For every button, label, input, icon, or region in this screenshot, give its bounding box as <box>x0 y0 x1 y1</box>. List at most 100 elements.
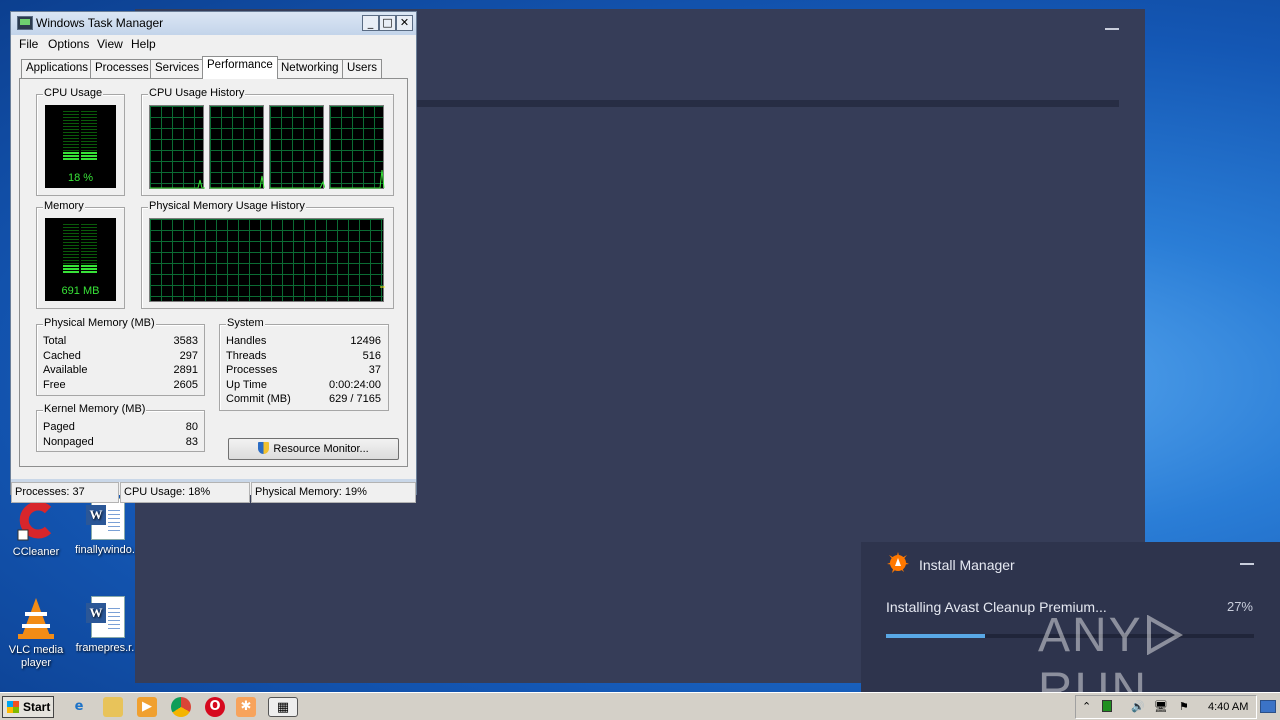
taskbar-clock[interactable]: 4:40 AM <box>1208 701 1248 713</box>
cpu-usage-value: 18 % <box>67 172 94 184</box>
maximize-button[interactable]: □ <box>379 15 396 31</box>
desktop-icon-ccleaner[interactable]: CCleaner <box>0 498 72 559</box>
cpu-history-label: CPU Usage History <box>148 87 246 99</box>
stat-key: Paged <box>43 421 75 433</box>
desktop-icon-vlc[interactable]: VLC media player <box>0 596 72 670</box>
cpu-history-graph-3 <box>269 105 325 189</box>
memory-history-label: Physical Memory Usage History <box>148 200 306 212</box>
tab-networking[interactable]: Networking <box>276 59 344 78</box>
install-progress-fill <box>886 634 986 638</box>
memory-history-graph <box>149 218 385 302</box>
stat-value: 629 / 7165 <box>329 393 381 405</box>
menu-bar: File Options View Help <box>11 35 416 55</box>
tray-expand-icon[interactable]: ⌃ <box>1082 700 1091 713</box>
physical-memory-group: Physical Memory (MB) Total 3583 Cached 297… <box>36 317 205 396</box>
menu-view[interactable]: View <box>97 37 123 51</box>
stat-key: Nonpaged <box>43 436 94 448</box>
memory-meter: 691 MB <box>45 218 116 301</box>
opera-icon[interactable]: O <box>205 697 225 717</box>
stat-key: Available <box>43 364 88 376</box>
start-button[interactable]: Start <box>2 696 54 718</box>
desktop-icon-label: VLC media player <box>8 644 64 669</box>
uac-shield-icon <box>258 442 270 454</box>
avast-taskbar-icon[interactable]: ✱ <box>236 697 256 717</box>
memory-history-group: Physical Memory Usage History <box>141 200 394 309</box>
tray-performance-icon[interactable] <box>1102 700 1112 712</box>
chrome-icon[interactable] <box>171 697 191 717</box>
task-manager-taskbar-icon[interactable]: ▦ <box>268 697 298 717</box>
tab-processes[interactable]: Processes <box>90 59 154 78</box>
stat-key: Free <box>43 379 66 391</box>
tab-applications[interactable]: Applications <box>21 59 94 78</box>
stat-value: 0:00:24:00 <box>329 379 381 391</box>
stat-value: 297 <box>179 350 198 362</box>
close-button[interactable]: ✕ <box>396 15 413 31</box>
status-processes: Processes: 37 <box>11 482 119 503</box>
status-memory: Physical Memory: 19% <box>251 482 416 503</box>
resource-monitor-label: Resource Monitor... <box>273 443 369 455</box>
desktop-icon-document[interactable]: finallywindo... <box>72 498 144 557</box>
desktop-icon-label: framepres.r... <box>75 642 141 654</box>
desktop-icon-label: finallywindo... <box>74 544 142 556</box>
ccleaner-icon <box>14 498 58 542</box>
kernel-memory-group: Kernel Memory (MB) Paged 80 Nonpaged 83 <box>36 403 205 452</box>
menu-options[interactable]: Options <box>48 37 89 51</box>
network-icon[interactable]: 🖥 <box>1154 700 1168 713</box>
memory-label: Memory <box>43 200 85 212</box>
stat-value: 2605 <box>173 379 198 391</box>
status-cpu: CPU Usage: 18% <box>120 482 250 503</box>
cpu-meter-fill <box>63 152 97 161</box>
stat-value: 83 <box>185 436 198 448</box>
tab-users[interactable]: Users <box>342 59 383 78</box>
stat-key: Commit (MB) <box>226 393 291 405</box>
stat-key: Cached <box>43 350 81 362</box>
stat-key: Threads <box>226 350 267 362</box>
show-desktop-icon[interactable] <box>1260 700 1276 713</box>
stat-value: 2891 <box>173 364 198 376</box>
cpu-history-graph-2 <box>209 105 265 189</box>
minimize-icon[interactable] <box>1240 563 1254 565</box>
desktop-icon-label: CCleaner <box>12 546 60 558</box>
word-document-icon <box>86 596 125 638</box>
action-center-flag-icon[interactable]: ⚑ <box>1179 700 1189 713</box>
cpu-usage-label: CPU Usage <box>43 87 104 99</box>
tab-services[interactable]: Services <box>150 59 205 78</box>
performance-page: CPU Usage 18 % CPU Usage History Memory … <box>19 78 408 467</box>
volume-icon[interactable]: 🔊 <box>1131 700 1145 713</box>
stat-value: 80 <box>185 421 198 433</box>
vlc-icon <box>14 596 58 640</box>
media-player-icon[interactable]: ▶ <box>137 697 157 717</box>
window-title: Windows Task Manager <box>36 16 164 30</box>
stat-key: Up Time <box>226 379 267 391</box>
status-bar: Processes: 37 CPU Usage: 18% Physical Me… <box>11 482 416 503</box>
file-explorer-icon[interactable] <box>103 697 123 717</box>
menu-help[interactable]: Help <box>131 37 156 51</box>
install-manager-title: Install Manager <box>919 557 1015 573</box>
stat-key: Total <box>43 335 67 347</box>
desktop-icon-document[interactable]: framepres.r... <box>72 596 144 655</box>
cpu-usage-group: CPU Usage 18 % <box>36 87 125 196</box>
watermark-left: ANY <box>1038 609 1143 662</box>
taskbar: Start e ▶ O ✱ ▦ ⌃ 🔊 🖥 ⚑ 4:40 AM <box>0 692 1280 720</box>
memory-value: 691 MB <box>61 285 100 297</box>
tab-performance[interactable]: Performance <box>202 56 278 79</box>
task-manager-window: Windows Task Manager _ □ ✕ File Options … <box>10 11 417 503</box>
cpu-history-graph-4 <box>329 105 385 189</box>
stat-value: 516 <box>362 350 381 362</box>
task-manager-titlebar[interactable]: Windows Task Manager _ □ ✕ <box>11 12 416 35</box>
cpu-history-group: CPU Usage History <box>141 87 394 196</box>
resource-monitor-button[interactable]: Resource Monitor... <box>228 438 399 460</box>
stat-value: 12496 <box>350 335 381 347</box>
internet-explorer-icon[interactable]: e <box>69 697 89 717</box>
menu-file[interactable]: File <box>19 37 38 51</box>
memory-meter-fill <box>63 265 97 274</box>
minimize-icon[interactable] <box>1105 28 1119 30</box>
cpu-history-graph-1 <box>149 105 205 189</box>
stat-value: 3583 <box>173 335 198 347</box>
minimize-button[interactable]: _ <box>362 15 379 31</box>
stat-value: 37 <box>368 364 381 376</box>
system-label: System <box>226 317 265 329</box>
kernel-memory-label: Kernel Memory (MB) <box>43 403 147 415</box>
cpu-usage-meter: 18 % <box>45 105 116 188</box>
stat-key: Processes <box>226 364 278 376</box>
